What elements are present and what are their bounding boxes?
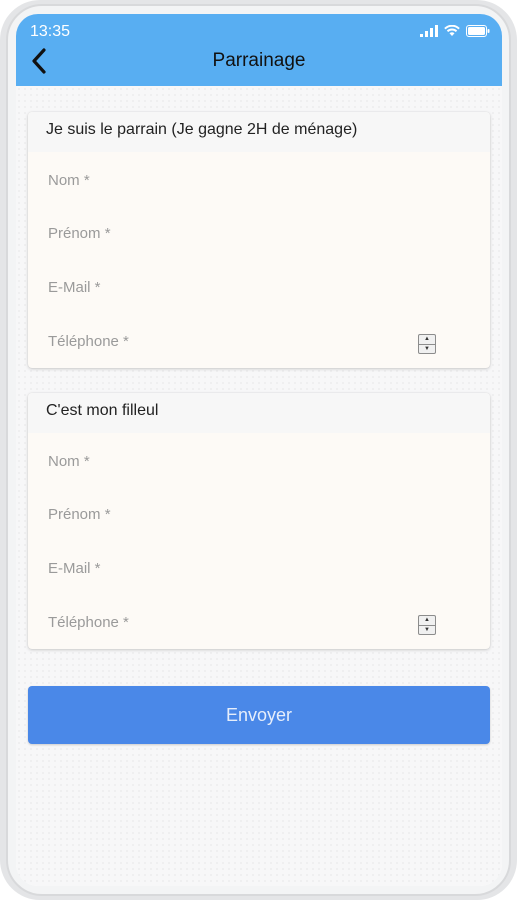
sponsor-phone-stepper[interactable]: ▲ ▼ xyxy=(418,334,436,354)
stepper-up-icon[interactable]: ▲ xyxy=(419,616,435,625)
sponsor-phone-placeholder: Téléphone * xyxy=(48,333,129,350)
status-icons xyxy=(420,24,490,42)
sponsor-email-field[interactable]: E-Mail * xyxy=(28,260,490,314)
referral-card-title: C'est mon filleul xyxy=(28,393,490,433)
referral-last-name-field[interactable]: Nom * xyxy=(28,433,490,487)
app-header: 13:35 Parrainage xyxy=(16,14,502,86)
referral-phone-stepper[interactable]: ▲ ▼ xyxy=(418,615,436,635)
sponsor-card-title: Je suis le parrain (Je gagne 2H de ménag… xyxy=(28,112,490,152)
stepper-down-icon[interactable]: ▼ xyxy=(419,624,435,635)
main-content: Je suis le parrain (Je gagne 2H de ménag… xyxy=(16,86,502,886)
submit-button[interactable]: Envoyer xyxy=(28,686,490,744)
referral-email-field[interactable]: E-Mail * xyxy=(28,541,490,595)
signal-icon xyxy=(420,24,438,42)
referral-card: C'est mon filleul Nom * Prénom * E-Mail … xyxy=(28,393,490,649)
referral-phone-placeholder: Téléphone * xyxy=(48,614,129,631)
status-time: 13:35 xyxy=(30,23,71,40)
sponsor-card: Je suis le parrain (Je gagne 2H de ménag… xyxy=(28,112,490,368)
stepper-down-icon[interactable]: ▼ xyxy=(419,343,435,354)
referral-phone-field[interactable]: Téléphone * ▲ ▼ xyxy=(28,595,490,649)
sponsor-first-name-field[interactable]: Prénom * xyxy=(28,206,490,260)
sponsor-last-name-field[interactable]: Nom * xyxy=(28,152,490,206)
page-title: Parrainage xyxy=(212,50,306,71)
app-screen: 13:35 Parrainage Je suis le parrain (Je … xyxy=(16,14,502,886)
stepper-up-icon[interactable]: ▲ xyxy=(419,335,435,344)
sponsor-phone-field[interactable]: Téléphone * ▲ ▼ xyxy=(28,314,490,368)
battery-icon xyxy=(466,24,490,42)
wifi-icon xyxy=(444,24,460,42)
referral-first-name-field[interactable]: Prénom * xyxy=(28,487,490,541)
